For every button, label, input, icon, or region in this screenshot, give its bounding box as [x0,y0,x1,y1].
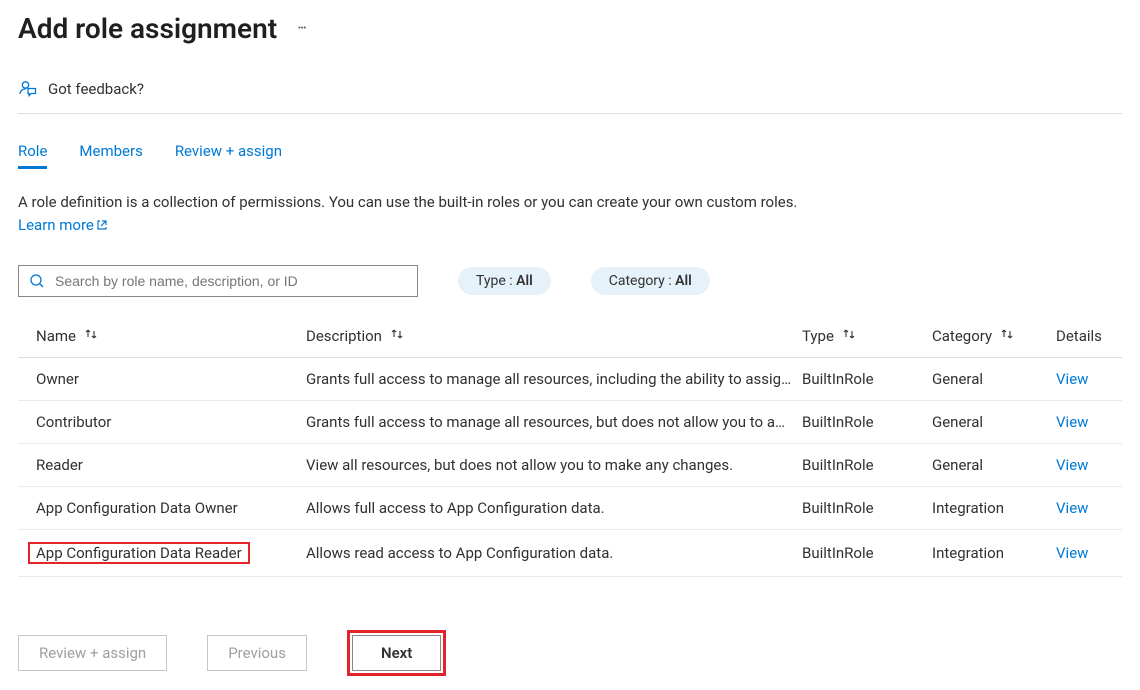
role-type: BuiltInRole [802,370,932,388]
table-header: Name Description Type Category Details [18,317,1122,358]
tab-role[interactable]: Role [18,142,47,169]
next-button-highlight: Next [347,630,446,676]
role-category: Integration [932,544,1056,562]
search-icon [29,273,45,289]
filter-category[interactable]: Category : All [591,267,710,295]
role-name: App Configuration Data Owner [36,499,306,517]
role-category: General [932,456,1056,474]
table-row[interactable]: Reader View all resources, but does not … [18,444,1122,487]
role-description: View all resources, but does not allow y… [306,456,802,474]
previous-button: Previous [207,635,307,671]
view-link[interactable]: View [1056,456,1088,474]
role-type: BuiltInRole [802,413,932,431]
role-name: Reader [36,456,306,474]
feedback-link[interactable]: Got feedback? [18,69,1122,114]
role-description: Allows full access to App Configuration … [306,499,802,517]
search-input[interactable] [53,272,407,290]
role-category: Integration [932,499,1056,517]
sort-icon [84,328,98,340]
sort-icon [1000,328,1014,340]
role-category: General [932,413,1056,431]
role-type: BuiltInRole [802,499,932,517]
role-type: BuiltInRole [802,544,932,562]
role-description: Allows read access to App Configuration … [306,544,802,562]
role-name: Contributor [36,413,306,431]
page-title: Add role assignment [18,12,277,45]
role-description: Grants full access to manage all resourc… [306,413,802,431]
col-header-description[interactable]: Description [306,327,802,345]
table-row[interactable]: App Configuration Data Reader Allows rea… [18,530,1122,577]
search-box[interactable] [18,265,418,297]
role-type: BuiltInRole [802,456,932,474]
more-icon[interactable]: ··· [297,18,305,39]
sort-icon [390,328,404,340]
view-link[interactable]: View [1056,370,1088,388]
view-link[interactable]: View [1056,499,1088,517]
view-link[interactable]: View [1056,544,1088,562]
feedback-label: Got feedback? [48,80,144,98]
tab-review[interactable]: Review + assign [175,142,282,169]
sort-icon [842,328,856,340]
role-name-highlighted: App Configuration Data Reader [28,542,250,564]
col-header-category[interactable]: Category [932,327,1056,345]
role-name: Owner [36,370,306,388]
col-header-name[interactable]: Name [36,327,306,345]
external-link-icon [96,215,108,238]
learn-more-link[interactable]: Learn more [18,216,108,234]
table-row[interactable]: Owner Grants full access to manage all r… [18,358,1122,401]
role-description: Grants full access to manage all resourc… [306,370,802,388]
feedback-icon [18,79,38,99]
next-button[interactable]: Next [352,635,441,671]
col-header-type[interactable]: Type [802,327,932,345]
tab-members[interactable]: Members [79,142,142,169]
role-category: General [932,370,1056,388]
review-assign-button: Review + assign [18,635,167,671]
tab-bar: Role Members Review + assign [18,142,1122,169]
table-row[interactable]: Contributor Grants full access to manage… [18,401,1122,444]
filter-type[interactable]: Type : All [458,267,551,295]
intro-text: A role definition is a collection of per… [18,191,838,237]
roles-table: Name Description Type Category Details O [18,317,1122,577]
footer-actions: Review + assign Previous Next [18,630,446,676]
table-row[interactable]: App Configuration Data Owner Allows full… [18,487,1122,530]
col-header-details: Details [1056,327,1122,345]
view-link[interactable]: View [1056,413,1088,431]
